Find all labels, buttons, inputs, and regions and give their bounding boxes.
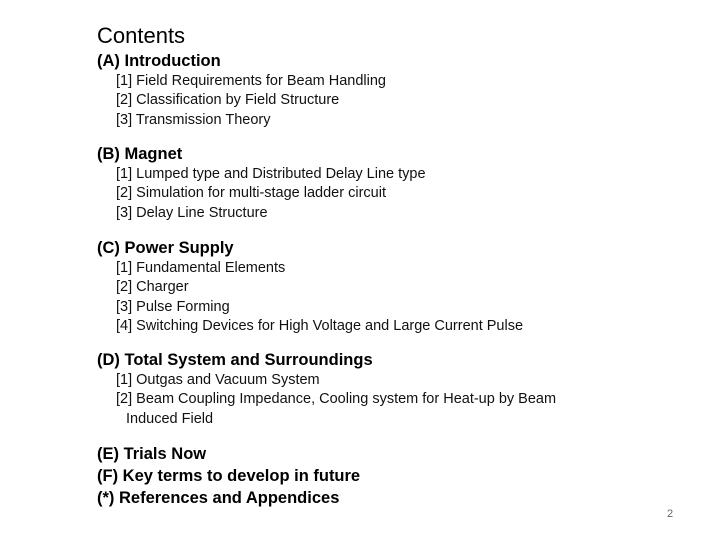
list-item-continuation: Induced Field: [97, 410, 556, 429]
page-title: Contents: [97, 23, 186, 48]
section-heading-f: (F) Key terms to develop in future: [97, 467, 361, 485]
list-item: [2] Beam Coupling Impedance, Cooling sys…: [116, 391, 557, 408]
list-item-continuation-text: Induced Field: [126, 410, 214, 427]
section-heading-references: (*) References and Appendices: [97, 489, 340, 507]
section-heading: (A) Introduction: [97, 52, 221, 70]
list-item: [2] Charger: [116, 279, 189, 296]
list-item: [1] Outgas and Vacuum System: [116, 372, 320, 388]
trailing-sections: (E) Trials Now (F) Key terms to develop …: [97, 443, 360, 509]
list-item: [4] Switching Devices for High Voltage a…: [116, 317, 524, 334]
list-item: [1] Fundamental Elements: [116, 260, 286, 276]
section-b: (B) Magnet [1] Lumped type and Distribut…: [97, 143, 426, 223]
list-item: [3] Pulse Forming: [116, 298, 230, 315]
section-heading-e: (E) Trials Now: [97, 445, 207, 463]
section-heading: (C) Power Supply: [97, 239, 234, 257]
page-number: 2: [667, 508, 674, 520]
list-item: [3] Delay Line Structure: [116, 204, 268, 221]
list-item: [2] Simulation for multi-stage ladder ci…: [116, 185, 386, 202]
list-item: [3] Transmission Theory: [116, 111, 271, 128]
section-d: (D) Total System and Surroundings [1] Ou…: [97, 349, 556, 429]
list-item: [1] Lumped type and Distributed Delay Li…: [116, 166, 426, 182]
section-heading: (B) Magnet: [97, 145, 183, 163]
list-item: [1] Field Requirements for Beam Handling: [116, 73, 386, 89]
section-a: (A) Introduction [1] Field Requirements …: [97, 50, 386, 130]
list-item: [2] Classification by Field Structure: [116, 92, 340, 109]
section-heading: (D) Total System and Surroundings: [97, 351, 373, 369]
section-c: (C) Power Supply [1] Fundamental Element…: [97, 237, 523, 336]
